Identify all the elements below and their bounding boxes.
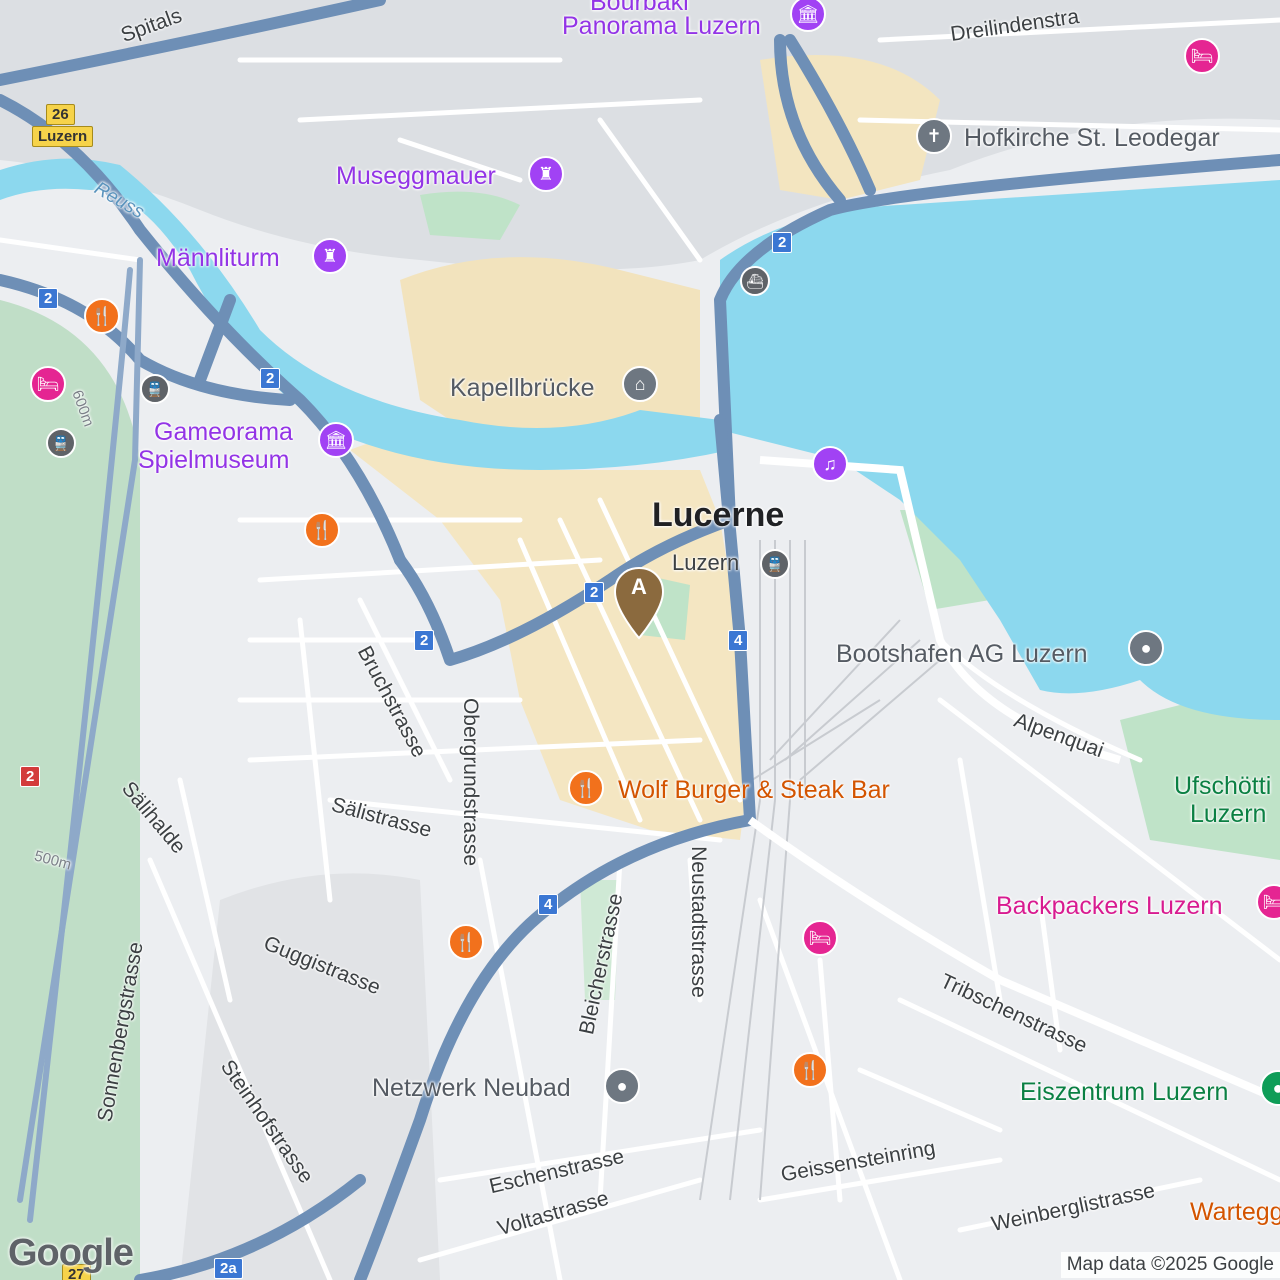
poi-label-wolf-burger[interactable]: Wolf Burger & Steak Bar (618, 776, 890, 805)
station-label-luzern[interactable]: Luzern (672, 550, 739, 576)
bed-icon[interactable]: 🛏 (1184, 38, 1220, 74)
route-shield: 2 (20, 766, 41, 787)
music-note-icon[interactable]: ♫ (812, 446, 848, 482)
route-shield: Luzern (32, 126, 94, 147)
poi-label-kapellbruecke[interactable]: Kapellbrücke (450, 374, 595, 403)
route-shield: 2 (414, 630, 435, 651)
poi-label-ufschoetti-2[interactable]: Luzern (1190, 800, 1266, 829)
castle-icon[interactable]: ♜ (312, 238, 348, 274)
fork-knife-icon[interactable]: 🍴 (792, 1052, 828, 1088)
street-label-neustadtstrasse: Neustadtstrasse (686, 846, 710, 998)
street-label-obergrundstrasse: Obergrundstrasse (459, 697, 483, 867)
poi-label-netzwerk-neubad[interactable]: Netzwerk Neubad (372, 1074, 571, 1103)
poi-label-maennliturm[interactable]: Männliturm (156, 244, 280, 273)
bed-icon[interactable]: 🛏 (30, 366, 66, 402)
route-shield: 4 (538, 894, 559, 915)
route-shield: 2a (214, 1258, 243, 1279)
poi-label-hofkirche[interactable]: Hofkirche St. Leodegar (964, 124, 1220, 153)
poi-label-gameorama-1[interactable]: Gameorama (154, 418, 293, 447)
city-label: Lucerne (652, 496, 785, 534)
map-attribution[interactable]: Map data ©2025 Google (1060, 1252, 1280, 1278)
train-icon[interactable]: 🚆 (760, 549, 790, 579)
google-logo: Google (8, 1232, 134, 1274)
poi-label-eiszentrum[interactable]: Eiszentrum Luzern (1020, 1078, 1228, 1107)
route-shield: 2 (584, 582, 605, 603)
poi-label-museggmauer[interactable]: Museggmauer (336, 162, 496, 191)
route-shield: 2 (772, 232, 793, 253)
ferry-icon[interactable]: ⛴ (740, 266, 770, 296)
fork-knife-icon[interactable]: 🍴 (304, 512, 340, 548)
pin-icon[interactable]: ● (1128, 630, 1164, 666)
route-shield: 4 (728, 630, 749, 651)
poi-label-bootshafen[interactable]: Bootshafen AG Luzern (836, 640, 1088, 669)
cross-icon[interactable]: ✝ (916, 118, 952, 154)
marker-letter: A (631, 574, 647, 599)
train-icon[interactable]: 🚆 (46, 428, 76, 458)
poi-label-gameorama-2[interactable]: Spielmuseum (138, 446, 289, 475)
route-shield: 2 (260, 368, 281, 389)
poi-label-wartegg[interactable]: Wartegg (1190, 1198, 1280, 1227)
bridge-icon[interactable]: ⌂ (622, 366, 658, 402)
fork-knife-icon[interactable]: 🍴 (448, 924, 484, 960)
castle-icon[interactable]: ♜ (528, 156, 564, 192)
poi-label-ufschoetti-1[interactable]: Ufschötti (1174, 772, 1271, 801)
location-marker[interactable]: A (612, 566, 666, 640)
fork-knife-icon[interactable]: 🍴 (84, 298, 120, 334)
bed-icon[interactable]: 🛏 (802, 920, 838, 956)
route-shield: 2 (38, 288, 59, 309)
map-canvas[interactable]: Lucerne Luzern 🚆 Bourbaki Panorama Luzer… (0, 0, 1280, 1280)
poi-label-backpackers[interactable]: Backpackers Luzern (996, 892, 1223, 921)
pin-icon[interactable]: ● (604, 1068, 640, 1104)
museum-icon[interactable]: 🏛 (318, 422, 354, 458)
train-icon[interactable]: 🚆 (140, 374, 170, 404)
route-shield: 26 (46, 104, 75, 125)
fork-knife-icon[interactable]: 🍴 (568, 770, 604, 806)
poi-label-bourbaki-2[interactable]: Panorama Luzern (562, 12, 761, 41)
